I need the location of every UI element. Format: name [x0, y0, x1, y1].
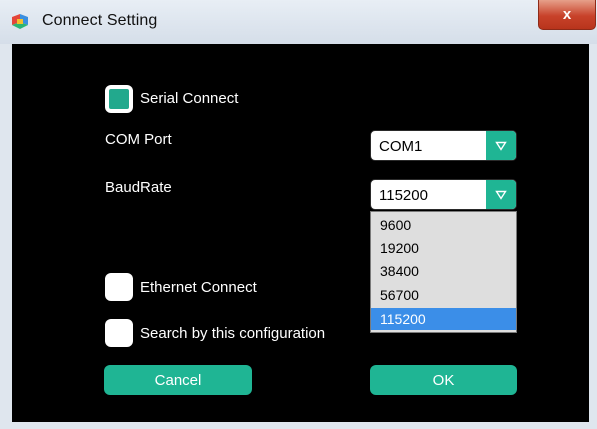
window-frame-bottom — [0, 422, 597, 429]
dropdown-option[interactable]: 9600 — [371, 214, 516, 236]
com-port-label: COM Port — [105, 131, 172, 148]
cancel-button[interactable]: Cancel — [104, 365, 252, 395]
dropdown-option[interactable]: 38400 — [371, 260, 516, 282]
ok-button[interactable]: OK — [370, 365, 517, 395]
com-port-value: COM1 — [379, 138, 423, 155]
close-button[interactable]: x — [538, 0, 596, 30]
triangle-down-icon[interactable] — [486, 131, 516, 160]
ethernet-connect-label: Ethernet Connect — [140, 279, 257, 296]
connect-setting-window: Connect Setting x Serial Connect COM Por… — [0, 0, 597, 429]
baud-rate-select[interactable]: 115200 — [370, 179, 517, 210]
search-configuration-checkbox[interactable] — [105, 319, 133, 347]
com-port-select[interactable]: COM1 — [370, 130, 517, 161]
checkbox-checked-mark — [109, 89, 129, 109]
serial-connect-checkbox[interactable] — [105, 85, 133, 113]
close-icon: x — [562, 6, 572, 23]
baud-rate-label: BaudRate — [105, 179, 172, 196]
baud-rate-dropdown-list: 9600 19200 38400 56700 115200 — [370, 211, 517, 333]
search-configuration-label: Search by this configuration — [140, 325, 326, 342]
ok-button-label: OK — [432, 371, 455, 389]
dropdown-option[interactable]: 19200 — [371, 237, 516, 259]
serial-connect-label: Serial Connect — [140, 90, 239, 107]
window-title: Connect Setting — [42, 12, 158, 29]
triangle-down-icon[interactable] — [486, 180, 516, 209]
dropdown-option[interactable]: 56700 — [371, 284, 516, 306]
ethernet-connect-checkbox[interactable] — [105, 273, 133, 301]
baud-rate-value: 115200 — [379, 187, 428, 204]
dropdown-option-selected[interactable]: 115200 — [371, 308, 516, 330]
title-bar[interactable]: Connect Setting x — [0, 0, 597, 44]
cancel-button-label: Cancel — [154, 371, 202, 389]
app-logo-icon — [10, 13, 30, 31]
